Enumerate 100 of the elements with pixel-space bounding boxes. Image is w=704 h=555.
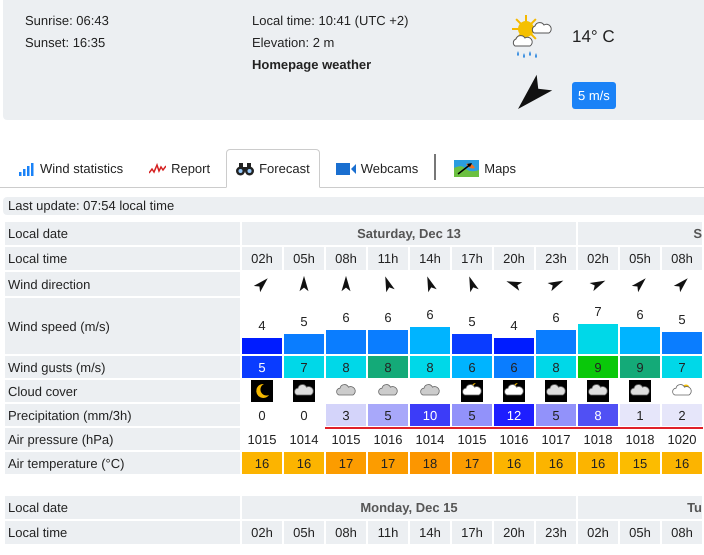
sunrise-text: Sunrise: 06:43 bbox=[25, 13, 110, 29]
hour-header: 20h bbox=[494, 521, 534, 544]
precipitation-cell: 10 bbox=[410, 404, 450, 426]
wind-speed-value: 6 bbox=[425, 307, 435, 322]
tab[interactable]: Report bbox=[139, 149, 220, 188]
cloud-icon bbox=[293, 380, 315, 402]
pressure-cell-text: 1016 bbox=[498, 430, 530, 448]
zigzag-icon bbox=[149, 162, 166, 174]
value-cell: 6 bbox=[494, 356, 534, 378]
value-cell: 16 bbox=[242, 452, 282, 474]
hour-header: 17h bbox=[452, 521, 492, 544]
hour-header: 23h bbox=[536, 521, 576, 544]
hour-header: 08h bbox=[662, 521, 702, 544]
precipitation-cell: 8 bbox=[578, 404, 618, 426]
wind-speed-value: 6 bbox=[551, 310, 561, 325]
row-label: Wind direction bbox=[5, 272, 240, 296]
hour-header: 05h bbox=[284, 247, 324, 270]
hour-header: 02h bbox=[578, 247, 618, 270]
value-cell: 7 bbox=[284, 356, 324, 378]
hour-header: 23h bbox=[536, 247, 576, 270]
row-label: Precipitation (mm/3h) bbox=[5, 404, 240, 426]
hour-header: 11h bbox=[368, 521, 408, 544]
pressure-cell-text: 1018 bbox=[624, 430, 656, 448]
pressure-cell-text: 1015 bbox=[246, 430, 278, 448]
hour-header: 02h bbox=[242, 521, 282, 544]
value-cell: 16 bbox=[662, 452, 702, 474]
value-cell: 18 bbox=[410, 452, 450, 474]
wind-speed-value: 7 bbox=[593, 304, 603, 319]
hour-header: 20h bbox=[494, 247, 534, 270]
value-cell: 9 bbox=[578, 356, 618, 378]
wind-speed-value: 5 bbox=[299, 314, 309, 329]
hour-header: 05h bbox=[620, 247, 660, 270]
hour-header: 08h bbox=[662, 247, 702, 270]
date-header: S bbox=[578, 222, 702, 245]
row-label: Local time bbox=[5, 521, 240, 544]
precipitation-cell: 1 bbox=[620, 404, 660, 426]
value-cell: 17 bbox=[368, 452, 408, 474]
value-cell: 9 bbox=[620, 356, 660, 378]
hour-header: 02h bbox=[242, 247, 282, 270]
row-label: Air temperature (°C) bbox=[5, 452, 240, 474]
value-cell: 16 bbox=[578, 452, 618, 474]
value-cell: 16 bbox=[536, 452, 576, 474]
row-label: Cloud cover bbox=[5, 380, 240, 402]
hour-header: 17h bbox=[452, 247, 492, 270]
hour-header: 08h bbox=[326, 247, 366, 270]
elevation-text: Elevation: 2 m bbox=[252, 35, 336, 51]
value-cell: 15 bbox=[620, 452, 660, 474]
value-cell: 17 bbox=[452, 452, 492, 474]
row-label: Wind gusts (m/s) bbox=[5, 356, 240, 378]
wind-speed-badge: 5 m/s bbox=[572, 82, 616, 108]
row-label: Air pressure (hPa) bbox=[5, 428, 240, 450]
hour-header: 11h bbox=[368, 247, 408, 270]
last-update-text: Last update: 07:54 local time bbox=[3, 197, 704, 215]
wind-speed-value: 6 bbox=[341, 310, 351, 325]
row-label: Local date bbox=[5, 496, 240, 519]
value-cell: 8 bbox=[326, 356, 366, 378]
hour-header: 08h bbox=[326, 521, 366, 544]
local-time-text: Local time: 10:41 (UTC +2) bbox=[252, 13, 410, 29]
pressure-cell-text: 1014 bbox=[288, 430, 320, 448]
homepage-link[interactable]: Homepage weather bbox=[252, 57, 510, 73]
sun-cloud-rain-icon bbox=[510, 13, 554, 61]
value-cell: 5 bbox=[242, 356, 282, 378]
cloud-icon bbox=[629, 380, 651, 402]
temperature-text: 14° C bbox=[572, 27, 616, 47]
pressure-cell-text: 1016 bbox=[372, 430, 404, 448]
precipitation-cell: 12 bbox=[494, 404, 534, 426]
wind-speed-value: 5 bbox=[467, 314, 477, 329]
tab[interactable]: Webcams bbox=[326, 149, 428, 188]
pressure-cell-text: 1015 bbox=[330, 430, 362, 448]
moon-icon bbox=[251, 380, 273, 402]
moon-cloud-icon bbox=[461, 380, 483, 402]
row-label: Local time bbox=[5, 247, 240, 270]
value-cell: 8 bbox=[368, 356, 408, 378]
precipitation-cell: 5 bbox=[452, 404, 492, 426]
pressure-cell-text: 1015 bbox=[456, 430, 488, 448]
tab[interactable]: Forecast bbox=[226, 149, 320, 188]
wind-speed-value: 6 bbox=[635, 307, 645, 322]
tab[interactable]: Wind statistics bbox=[8, 149, 134, 188]
precipitation-cell: 3 bbox=[326, 404, 366, 426]
value-cell: 17 bbox=[326, 452, 366, 474]
hour-header: 14h bbox=[410, 521, 450, 544]
row-label: Wind speed (m/s) bbox=[5, 298, 240, 354]
precipitation-cell: 2 bbox=[662, 404, 702, 426]
wind-speed-value: 6 bbox=[383, 310, 393, 325]
binoculars-icon bbox=[236, 162, 254, 176]
wind-speed-value: 4 bbox=[257, 318, 267, 333]
wind-speed-value: 4 bbox=[509, 318, 519, 333]
value-cell: 8 bbox=[536, 356, 576, 378]
bar-chart-icon bbox=[18, 162, 35, 176]
date-header: Tu bbox=[578, 496, 702, 519]
pressure-cell-text: 1014 bbox=[414, 430, 446, 448]
map-icon bbox=[454, 160, 480, 177]
hour-header: 14h bbox=[410, 247, 450, 270]
moon-cloud-icon bbox=[503, 380, 525, 402]
tab[interactable]: Maps bbox=[444, 149, 526, 188]
value-cell: 8 bbox=[410, 356, 450, 378]
value-cell: 7 bbox=[662, 356, 702, 378]
hour-header: 05h bbox=[620, 521, 660, 544]
hour-header: 05h bbox=[284, 521, 324, 544]
date-header: Saturday, Dec 13 bbox=[242, 222, 576, 245]
